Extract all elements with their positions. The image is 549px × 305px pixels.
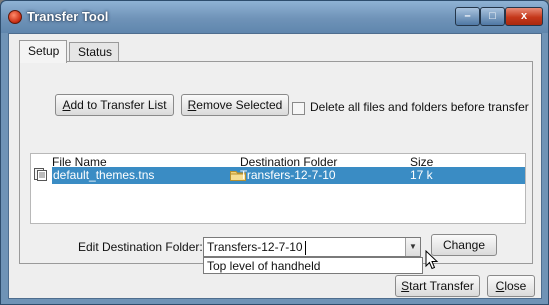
window-client-area: Setup Status Add to Transfer List Remove…	[8, 33, 542, 299]
close-window-button[interactable]: x	[505, 7, 543, 26]
dropdown-option-top-level[interactable]: Top level of handheld	[207, 259, 320, 273]
setup-panel: Add to Transfer List Remove Selected Del…	[19, 61, 533, 274]
tab-status[interactable]: Status	[69, 42, 119, 62]
app-icon	[8, 10, 22, 24]
change-button[interactable]: Change	[431, 234, 497, 256]
destination-dropdown-list: Top level of handheld	[203, 257, 423, 274]
destination-folder-cell: Transfers-12-7-10	[240, 168, 336, 182]
transfer-tool-window: Transfer Tool – □ x Setup Status Add to …	[0, 0, 549, 305]
chevron-down-icon[interactable]: ▼	[405, 238, 420, 256]
delete-all-checkbox[interactable]	[292, 102, 305, 115]
tab-setup[interactable]: Setup	[19, 40, 67, 63]
table-row[interactable]: default_themes.tns Transfers-12-7-10 17 …	[52, 167, 525, 184]
title-bar[interactable]: Transfer Tool – □ x	[1, 1, 548, 33]
size-cell: 17 k	[410, 168, 433, 182]
window-title: Transfer Tool	[27, 9, 109, 24]
minimize-button[interactable]: –	[455, 7, 480, 26]
document-icon	[34, 168, 47, 181]
destination-folder-input[interactable]: Transfers-12-7-10	[207, 240, 303, 254]
file-table: File Name Destination Folder Size defaul…	[30, 153, 526, 224]
add-to-transfer-list-button[interactable]: Add to Transfer List	[55, 94, 174, 116]
text-caret	[305, 241, 306, 255]
delete-all-checkbox-label: Delete all files and folders before tran…	[310, 100, 529, 114]
remove-selected-button[interactable]: Remove Selected	[181, 94, 289, 116]
file-name-cell: default_themes.tns	[53, 168, 155, 182]
destination-folder-combo[interactable]: Transfers-12-7-10 ▼	[203, 237, 421, 257]
start-transfer-button[interactable]: Start Transfer	[395, 275, 480, 297]
close-button[interactable]: Close	[487, 275, 535, 297]
maximize-button[interactable]: □	[480, 7, 505, 26]
edit-destination-label: Edit Destination Folder:	[78, 240, 203, 254]
